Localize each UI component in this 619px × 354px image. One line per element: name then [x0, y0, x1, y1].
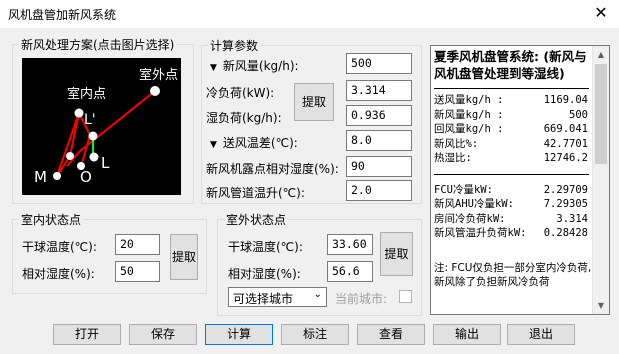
dew-point-rh-input[interactable]: 90 — [346, 156, 412, 177]
city-select-value: 可选择城市 — [233, 292, 294, 306]
cooling-load-label: 冷负荷(kW): — [206, 86, 275, 100]
result-row: FCU冷量kW: 2.29709 — [434, 183, 588, 196]
save-button[interactable]: 保存 — [129, 324, 197, 345]
indoor-rh-input[interactable]: 50 — [115, 261, 160, 282]
label-O: O — [80, 168, 92, 186]
supply-temp-diff-label[interactable]: ▼ 送风温差(℃): — [210, 134, 298, 151]
scroll-down-icon[interactable]: ▼ — [593, 297, 609, 314]
indoor-dry-bulb-label: 干球温度(℃): — [22, 240, 97, 254]
outdoor-point — [150, 86, 160, 96]
result-row: 房间冷负荷kW: 3.314 — [434, 212, 588, 225]
annotate-button[interactable]: 标注 — [281, 324, 349, 345]
result-content: 夏季风机盘管系统: (新风与风机盘管处理到等湿线) 送风量kg/h :1169.… — [434, 48, 592, 290]
outdoor-rh-input[interactable]: 56.6 — [327, 261, 373, 282]
label-indoor: 室内点 — [67, 86, 106, 102]
supply-temp-diff-input[interactable]: 8.0 — [346, 130, 412, 151]
psychrometric-diagram[interactable]: 室外点 室内点 L' M O L — [22, 58, 181, 195]
result-row: 热湿比: 12746.2 — [434, 152, 588, 164]
expand-icon[interactable]: ▼ — [210, 140, 217, 150]
duct-temp-rise-label: 新风管道温升(℃): — [206, 186, 305, 200]
label-L: L — [101, 154, 110, 172]
current-city-label: 当前城市: — [335, 292, 388, 306]
label-outdoor: 室外点 — [139, 67, 178, 83]
open-button[interactable]: 打开 — [53, 324, 121, 345]
result-title: 夏季风机盘管系统: (新风与风机盘管处理到等湿线) — [434, 49, 587, 81]
indoor-legend: 室内状态点 — [21, 213, 82, 227]
label-M: M — [34, 168, 47, 186]
result-row: 回风量kg/h :669.041 — [434, 123, 588, 135]
indoor-rh-label: 相对湿度(%): — [22, 267, 95, 281]
point-L — [89, 152, 99, 162]
outdoor-dry-bulb-input[interactable]: 33.60 — [327, 234, 373, 255]
result-scrollbar[interactable]: ▲ ▼ — [592, 46, 609, 314]
result-row: 新风管温升负荷kW: 0.28428 — [434, 227, 588, 239]
expand-icon[interactable]: ▼ — [210, 63, 217, 73]
point-M-mid — [66, 152, 74, 160]
outdoor-legend: 室外状态点 — [226, 213, 287, 227]
outdoor-extract-button[interactable]: 提取 — [380, 232, 413, 276]
indoor-dry-bulb-input[interactable]: 20 — [115, 234, 160, 255]
indoor-point — [74, 108, 84, 118]
duct-temp-rise-input[interactable]: 2.0 — [346, 180, 412, 201]
calc-extract-button[interactable]: 提取 — [294, 83, 334, 121]
fresh-air-input[interactable]: 500 — [346, 53, 412, 74]
exit-button[interactable]: 退出 — [507, 324, 575, 345]
result-row: 新风AHU冷量kW: 7.29305 — [434, 198, 588, 210]
dew-point-rh-label: 新风机露点相对湿度(%): — [206, 162, 339, 176]
result-panel[interactable]: 夏季风机盘管系统: (新风与风机盘管处理到等湿线) 送风量kg/h :1169.… — [430, 45, 610, 315]
window-title: 风机盘管加新风系统 — [8, 8, 117, 22]
calculate-button[interactable]: 计算 — [205, 324, 273, 345]
result-rows-flow: 送风量kg/h :1169.04 新风量kg/h :500 回风量kg/h :6… — [434, 93, 592, 166]
result-divider — [434, 173, 589, 175]
fresh-air-label[interactable]: ▼ 新风量(kg/h): — [210, 57, 299, 74]
outdoor-dry-bulb-label: 干球温度(℃): — [228, 240, 303, 254]
current-city-checkbox[interactable] — [399, 290, 412, 303]
title-bar: 风机盘管加新风系统 ✕ — [0, 0, 619, 28]
result-row: 新风量kg/h :500 — [434, 108, 588, 121]
moisture-load-input[interactable]: 0.936 — [346, 105, 412, 126]
process-diagram-svg: 室外点 室内点 L' M O L — [34, 67, 178, 186]
result-note: 注: FCU仅负担一部分室内冷负荷,新风除了负担新风冷负荷 — [434, 261, 592, 289]
moisture-load-label: 湿负荷(kg/h): — [206, 111, 282, 125]
result-divider — [434, 88, 589, 89]
point-L-upper — [88, 131, 98, 141]
point-M — [53, 172, 61, 180]
indoor-extract-button[interactable]: 提取 — [170, 234, 198, 280]
close-icon[interactable]: ✕ — [591, 3, 611, 23]
label-L-prime: L' — [84, 112, 96, 128]
result-rows-cooling: FCU冷量kW: 2.29709 新风AHU冷量kW: 7.29305 房间冷负荷k… — [434, 183, 592, 241]
cooling-load-input[interactable]: 3.314 — [346, 80, 412, 101]
city-select[interactable]: 可选择城市 ⌄ — [228, 287, 327, 307]
chevron-down-icon: ⌄ — [313, 289, 322, 300]
outdoor-rh-label: 相对湿度(%): — [228, 267, 301, 281]
scroll-up-icon[interactable]: ▲ — [593, 46, 609, 63]
calc-legend: 计算参数 — [210, 39, 259, 53]
scroll-thumb[interactable] — [595, 64, 607, 164]
result-row: 新风比%: 42.7701 — [434, 137, 588, 150]
scheme-legend: 新风处理方案(点击图片选择) — [21, 38, 175, 52]
view-button[interactable]: 查看 — [357, 324, 425, 345]
result-row: 送风量kg/h :1169.04 — [434, 94, 588, 106]
output-button[interactable]: 输出 — [433, 324, 501, 345]
